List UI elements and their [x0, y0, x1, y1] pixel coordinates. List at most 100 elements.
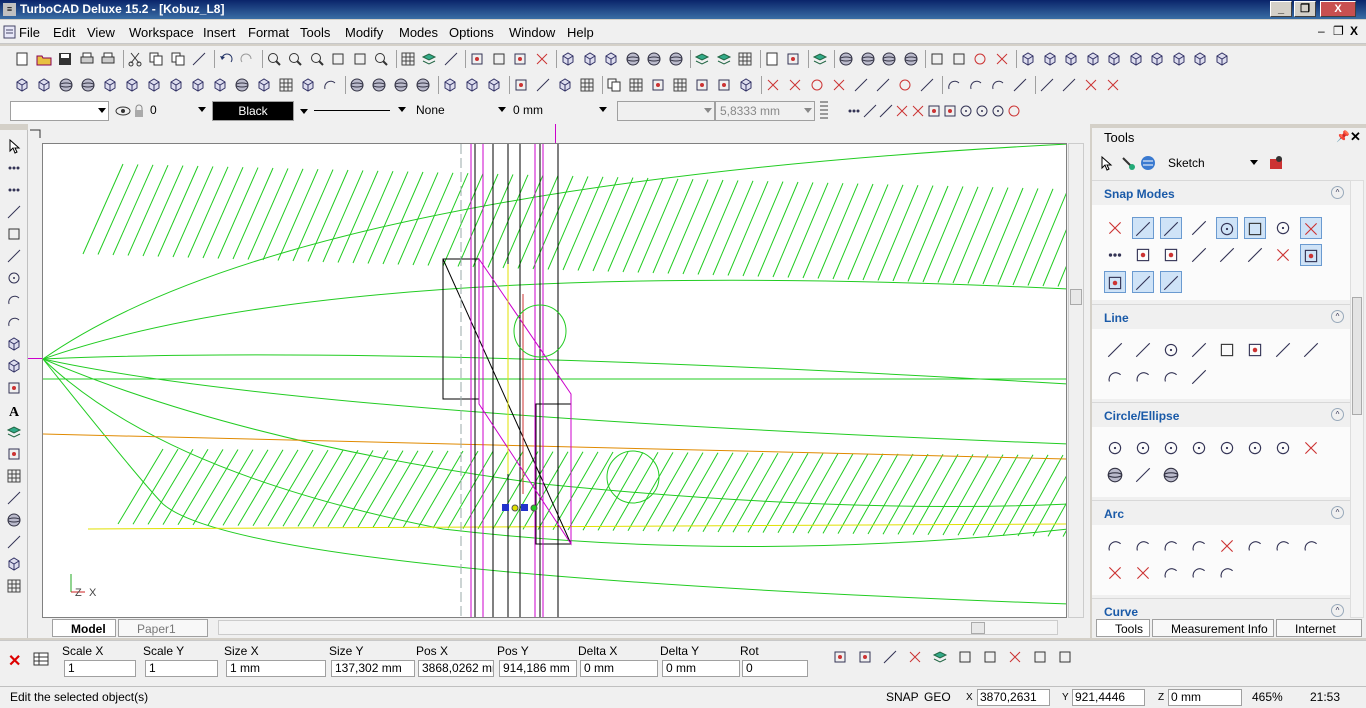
- drawing-tool-41-icon[interactable]: [809, 77, 825, 93]
- inspector-tool-6-icon[interactable]: [957, 649, 973, 665]
- snap-tool-5-icon[interactable]: [1216, 217, 1238, 239]
- y-coordinate-field[interactable]: 921,4446 mm: [1072, 689, 1145, 708]
- origin-icon[interactable]: [785, 51, 801, 67]
- view-left-icon[interactable]: [1063, 51, 1079, 67]
- mdi-minimize-button[interactable]: –: [1318, 24, 1325, 38]
- line-type-select[interactable]: [312, 101, 408, 121]
- drawing-tool-56-icon[interactable]: [1105, 77, 1121, 93]
- zoom-extents-icon[interactable]: [330, 51, 346, 67]
- doc-icon[interactable]: [2, 24, 18, 40]
- snap-mode-9-icon[interactable]: [974, 103, 990, 119]
- view-bottom-icon[interactable]: [1128, 51, 1144, 67]
- geo-toggle[interactable]: GEO: [924, 689, 951, 706]
- circle-tool-9-icon[interactable]: [1104, 464, 1126, 486]
- drawing-tool-44-icon[interactable]: [875, 77, 891, 93]
- view-right-icon[interactable]: [1085, 51, 1101, 67]
- field-value[interactable]: 0: [742, 660, 808, 677]
- select-arrow-icon[interactable]: [1098, 155, 1114, 171]
- drawing-tool-13-icon[interactable]: [278, 77, 294, 93]
- arc-tool-13-icon[interactable]: [1216, 562, 1238, 584]
- view-iso-nw-icon[interactable]: [1171, 51, 1187, 67]
- section-header-line[interactable]: Line: [1092, 305, 1350, 329]
- drawing-tool-1-icon[interactable]: [14, 77, 30, 93]
- left-tool-11-icon[interactable]: [6, 358, 22, 374]
- snap-mode-1-icon[interactable]: [846, 103, 862, 119]
- drawing-tool-9-icon[interactable]: [190, 77, 206, 93]
- section-header-circle[interactable]: Circle/Ellipse: [1092, 403, 1350, 427]
- line-tool-7-icon[interactable]: [1272, 339, 1294, 361]
- pattern-select[interactable]: None: [412, 101, 508, 121]
- view-front-icon[interactable]: [1020, 51, 1036, 67]
- mdi-close-button[interactable]: X: [1350, 24, 1358, 38]
- field-value[interactable]: 1: [145, 660, 218, 677]
- horizontal-scrollbar[interactable]: [218, 620, 1058, 635]
- snap-tool-2-icon[interactable]: [1132, 217, 1154, 239]
- print-preview-icon[interactable]: [100, 51, 116, 67]
- drawing-tool-31-icon[interactable]: [606, 77, 622, 93]
- view-iso-se-icon[interactable]: [1192, 51, 1208, 67]
- snap-tool-12-icon[interactable]: [1188, 244, 1210, 266]
- design-director-icon[interactable]: [716, 51, 732, 67]
- view-icon[interactable]: [929, 51, 945, 67]
- new-icon[interactable]: [14, 51, 30, 67]
- tab-measurement-info[interactable]: Measurement Info: [1152, 619, 1274, 637]
- circle-tool-3-icon[interactable]: [1160, 437, 1182, 459]
- vertical-scrollbar[interactable]: [1068, 143, 1084, 618]
- drawing-tool-50-icon[interactable]: [990, 77, 1006, 93]
- drawing-tool-11-icon[interactable]: [234, 77, 250, 93]
- snap-mode-5-icon[interactable]: [910, 103, 926, 119]
- print-icon[interactable]: [79, 51, 95, 67]
- drawing-tool-49-icon[interactable]: [968, 77, 984, 93]
- panel-scrollbar[interactable]: [1350, 180, 1364, 618]
- snap-toggle[interactable]: SNAP: [886, 689, 919, 706]
- line-tool-3-icon[interactable]: [1160, 339, 1182, 361]
- snap-tool-15-icon[interactable]: [1272, 244, 1294, 266]
- line-tool-4-icon[interactable]: [1188, 339, 1210, 361]
- arc-tool-11-icon[interactable]: [1160, 562, 1182, 584]
- drawing-tool-10-icon[interactable]: [212, 77, 228, 93]
- drawing-tool-53-icon[interactable]: [1039, 77, 1055, 93]
- snap-mode-2-icon[interactable]: [862, 103, 878, 119]
- left-tool-10-icon[interactable]: [6, 336, 22, 352]
- snap-tool-6-icon[interactable]: [1244, 217, 1266, 239]
- drawing-tool-51-icon[interactable]: [1012, 77, 1028, 93]
- layers-icon[interactable]: [421, 51, 437, 67]
- drawing-tool-48-icon[interactable]: [946, 77, 962, 93]
- scroll-thumb[interactable]: [1352, 297, 1362, 415]
- tab-internet[interactable]: Internet: [1276, 619, 1362, 637]
- snap-mode-6-icon[interactable]: [926, 103, 942, 119]
- left-tool-20-icon[interactable]: [6, 556, 22, 572]
- drawing-tool-40-icon[interactable]: [787, 77, 803, 93]
- snap-tool-17-icon[interactable]: [1104, 271, 1126, 293]
- panel-close-icon[interactable]: ✕: [1350, 129, 1361, 145]
- left-tool-16-icon[interactable]: [6, 468, 22, 484]
- circle-tool-11-icon[interactable]: [1160, 464, 1182, 486]
- close-button[interactable]: X: [1320, 1, 1356, 17]
- layer-manager-icon[interactable]: [694, 51, 710, 67]
- inspector-tool-5-icon[interactable]: [932, 649, 948, 665]
- drawing-tool-42-icon[interactable]: [831, 77, 847, 93]
- snap-tool-3-icon[interactable]: [1160, 217, 1182, 239]
- viewport-icon[interactable]: [951, 51, 967, 67]
- arc-tool-5-icon[interactable]: [1216, 535, 1238, 557]
- view-back-icon[interactable]: [1042, 51, 1058, 67]
- drawing-canvas[interactable]: Z X: [42, 143, 1067, 618]
- zoom-window-icon[interactable]: [309, 51, 325, 67]
- snap-mode-10-icon[interactable]: [990, 103, 1006, 119]
- section-header-snap[interactable]: Snap Modes: [1092, 181, 1350, 205]
- workplane-icon[interactable]: [560, 51, 576, 67]
- field-value[interactable]: 0 mm: [662, 660, 740, 677]
- snap-tool-18-icon[interactable]: [1132, 271, 1154, 293]
- arc-tool-6-icon[interactable]: [1244, 535, 1266, 557]
- view-iso-ne-icon[interactable]: [1149, 51, 1165, 67]
- hidden-line-icon[interactable]: [625, 51, 641, 67]
- drawing-tool-5-icon[interactable]: [102, 77, 118, 93]
- menu-file[interactable]: File: [19, 25, 40, 40]
- scene-icon[interactable]: [903, 51, 919, 67]
- visible-count-select[interactable]: 0: [146, 101, 208, 121]
- inspector-tool-1-icon[interactable]: [832, 649, 848, 665]
- mode-select[interactable]: Sketch: [1164, 154, 1260, 174]
- left-tool-15-icon[interactable]: [6, 446, 22, 462]
- drawing-tool-26-icon[interactable]: [513, 77, 529, 93]
- text-style-select[interactable]: [617, 101, 715, 121]
